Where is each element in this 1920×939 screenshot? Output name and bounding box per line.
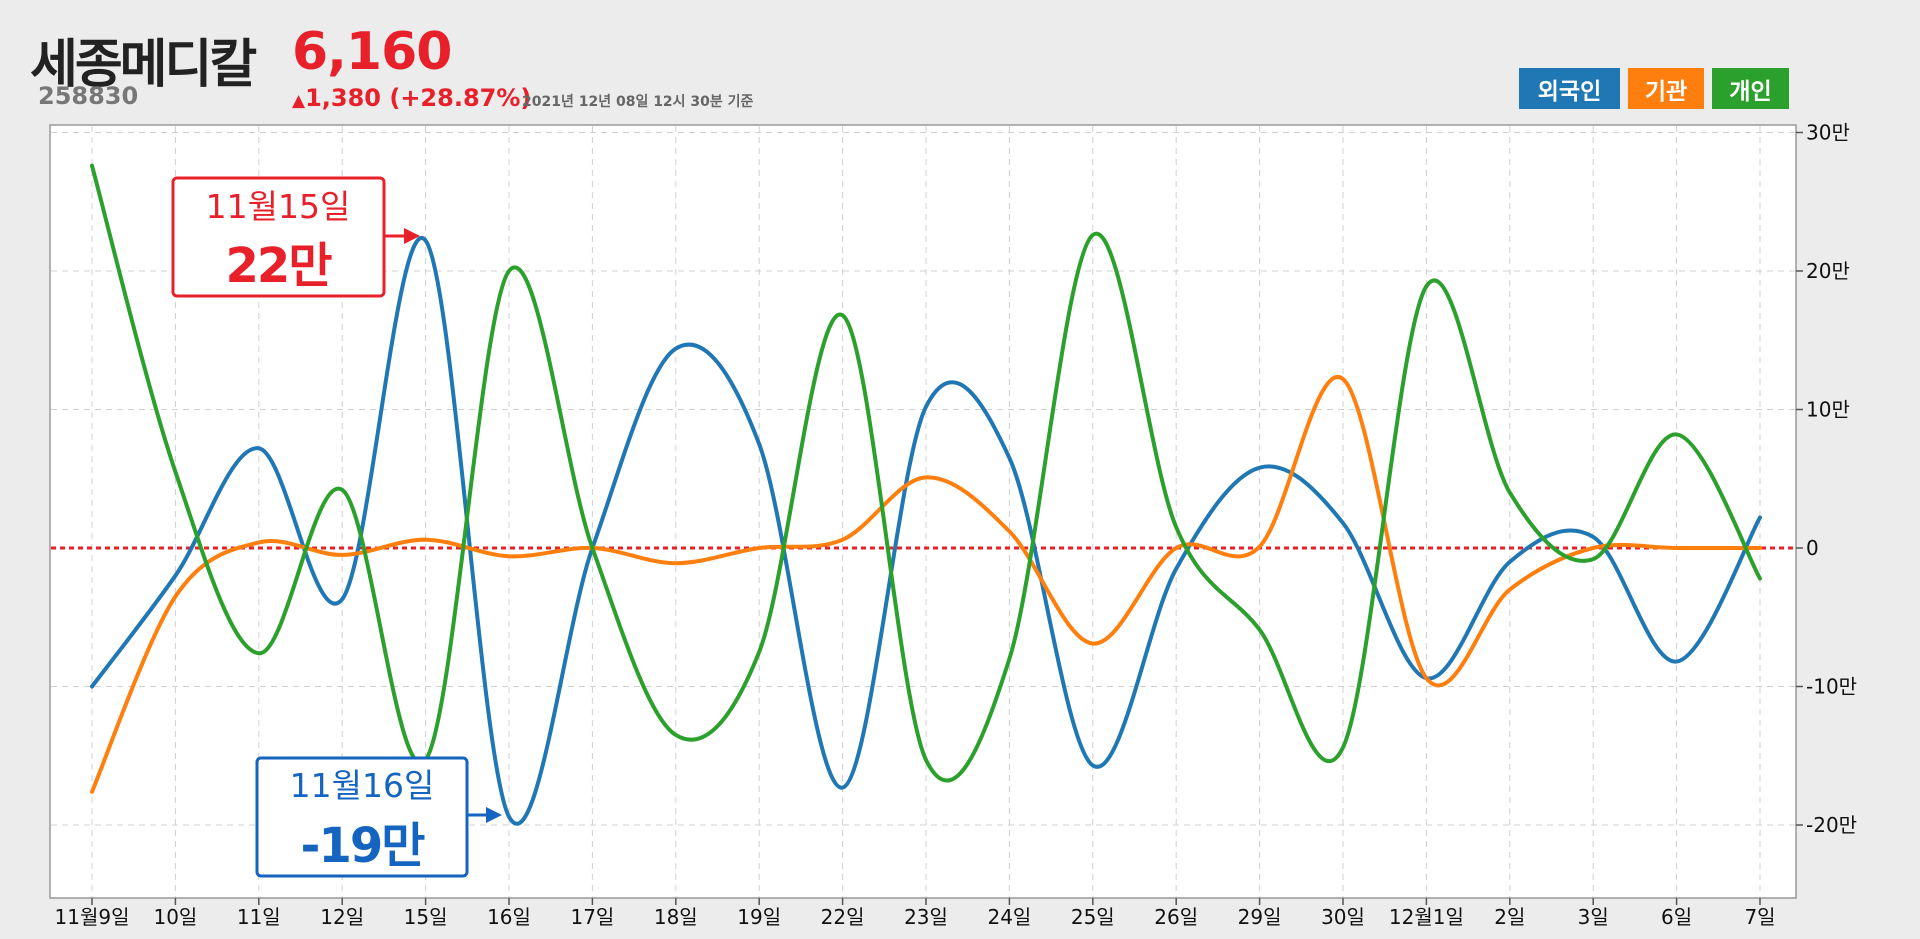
x-tick-label: 11월9일	[55, 905, 130, 929]
annotation-date: 11월15일	[206, 187, 351, 226]
annotation-date: 11월16일	[290, 766, 435, 805]
x-tick-label: 10일	[153, 905, 197, 929]
y-tick-label: 10만	[1806, 398, 1850, 422]
x-tick-label: 25일	[1071, 905, 1115, 929]
x-tick-label: 18일	[654, 905, 698, 929]
x-tick-label: 2일	[1494, 905, 1525, 929]
x-tick-label: 22일	[821, 905, 865, 929]
x-tick-label: 12월1일	[1389, 905, 1464, 929]
investor-flow-chart: 30만20만10만0-10만-20만 11월9일 10일 11일 12일 15일 16일 1…	[49, 121, 1857, 929]
annotation-foreign-low: 11월16일 -19만	[255, 756, 502, 878]
x-tick-label: 17일	[570, 905, 614, 929]
x-tick-label: 16일	[487, 905, 531, 929]
x-tick-label: 29일	[1238, 905, 1282, 929]
x-tick-label: 7일	[1744, 905, 1775, 929]
x-tick-label: 30일	[1321, 905, 1365, 929]
x-tick-label: 6일	[1661, 905, 1692, 929]
y-tick-label: 0	[1806, 536, 1819, 560]
x-tick-label: 3일	[1578, 905, 1609, 929]
x-axis-labels: 11월9일 10일 11일 12일 15일 16일 17일 18일 19일 22일 23일 24일 25…	[55, 898, 1776, 929]
x-tick-label: 12일	[320, 905, 364, 929]
y-tick-label: 30만	[1806, 121, 1850, 145]
x-tick-label: 15일	[404, 905, 448, 929]
annotation-foreign-high: 11월15일 22만	[171, 176, 420, 298]
x-tick-label: 23일	[904, 905, 948, 929]
y-tick-label: -10만	[1806, 675, 1857, 699]
x-tick-label: 24일	[987, 905, 1031, 929]
y-tick-label: 20만	[1806, 259, 1850, 283]
annotation-value: 22만	[226, 238, 333, 294]
annotation-value: -19만	[301, 818, 426, 874]
x-tick-label: 19일	[737, 905, 781, 929]
x-tick-label: 11일	[237, 905, 281, 929]
y-tick-label: -20만	[1806, 813, 1857, 837]
y-axis-labels: 30만 20만 10만 0 -10만 -20만	[1796, 121, 1857, 837]
x-tick-label: 26일	[1154, 905, 1198, 929]
